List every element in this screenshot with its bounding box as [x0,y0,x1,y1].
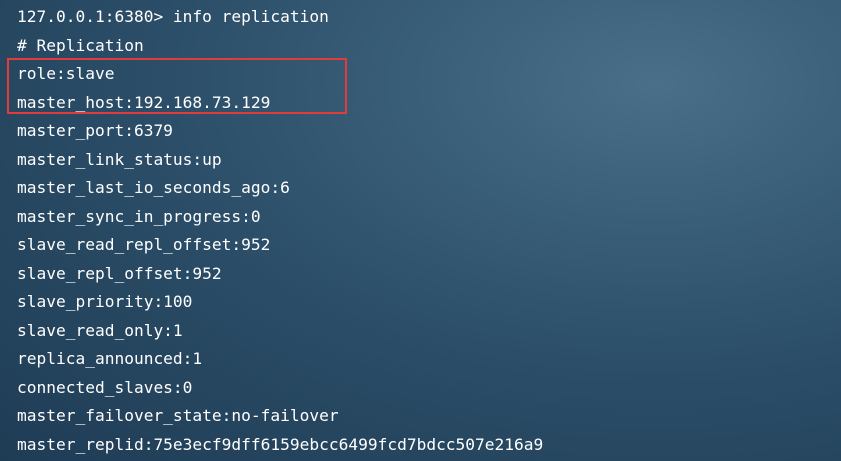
command-prompt-line: 127.0.0.1:6380> info replication [17,7,329,26]
highlight-box [7,58,347,114]
output-line-master-last-io: master_last_io_seconds_ago:6 [17,178,290,197]
output-line-slave-priority: slave_priority:100 [17,292,193,311]
section-header: # Replication [17,36,144,55]
terminal-output: 127.0.0.1:6380> info replication # Repli… [0,0,841,461]
output-line-master-failover-state: master_failover_state:no-failover [17,406,339,425]
output-line-master-replid: master_replid:75e3ecf9dff6159ebcc6499fcd… [17,435,544,454]
output-line-master-link-status: master_link_status:up [17,150,222,169]
output-line-replica-announced: replica_announced:1 [17,349,203,368]
output-line-slave-repl-offset: slave_repl_offset:952 [17,264,222,283]
output-line-slave-read-repl-offset: slave_read_repl_offset:952 [17,235,271,254]
output-line-master-port: master_port:6379 [17,121,173,140]
output-line-slave-read-only: slave_read_only:1 [17,321,183,340]
output-line-connected-slaves: connected_slaves:0 [17,378,193,397]
output-line-master-sync: master_sync_in_progress:0 [17,207,261,226]
